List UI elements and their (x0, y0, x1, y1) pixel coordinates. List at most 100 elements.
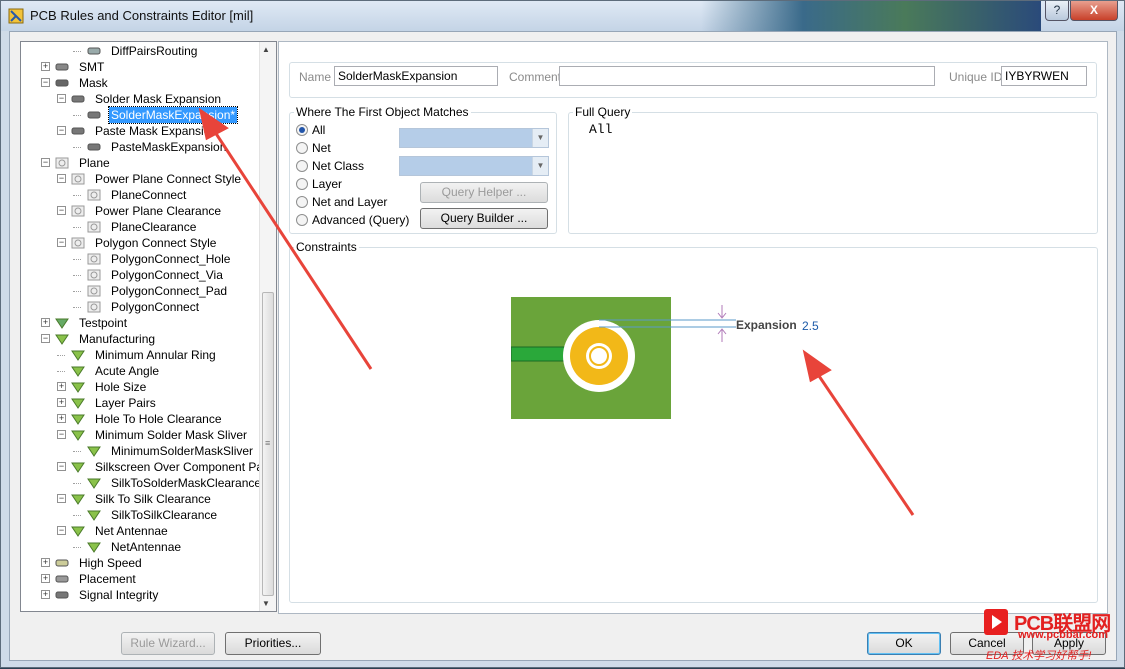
collapse-icon[interactable]: − (41, 334, 50, 343)
tree-item[interactable]: PolygonConnect (21, 299, 261, 315)
tree-item[interactable]: Acute Angle (21, 363, 261, 379)
tree-item[interactable]: − Power Plane Clearance (21, 203, 261, 219)
scope-radio-label[interactable]: Net and Layer (312, 195, 387, 209)
net-class-combo[interactable]: ▼ (399, 156, 549, 176)
query-helper-button[interactable]: Query Helper ... (420, 182, 548, 203)
collapse-icon[interactable]: − (57, 526, 66, 535)
tree-item-label: Hole To Hole Clearance (95, 412, 222, 426)
tree-item[interactable]: SilkToSolderMaskClearance (21, 475, 261, 491)
scope-radio-label[interactable]: Net (312, 141, 331, 155)
expand-icon[interactable]: + (41, 574, 50, 583)
collapse-icon[interactable]: − (57, 94, 66, 103)
tree-item[interactable]: DiffPairsRouting (21, 43, 261, 59)
scope-radio[interactable] (296, 178, 308, 190)
scope-radio[interactable] (296, 214, 308, 226)
tree-item[interactable]: PolygonConnect_Pad (21, 283, 261, 299)
tree-item[interactable]: + Testpoint (21, 315, 261, 331)
tree-item[interactable]: + Layer Pairs (21, 395, 261, 411)
mask-icon (55, 77, 69, 89)
collapse-icon[interactable]: − (57, 462, 66, 471)
tree-item[interactable]: + Placement (21, 571, 261, 587)
tree-item[interactable]: + High Speed (21, 555, 261, 571)
scope-radio-label[interactable]: All (312, 123, 325, 137)
tree-item[interactable]: − Solder Mask Expansion (21, 91, 261, 107)
collapse-icon[interactable]: − (41, 158, 50, 167)
query-builder-button[interactable]: Query Builder ... (420, 208, 548, 229)
expand-icon[interactable]: + (57, 398, 66, 407)
tree-item[interactable]: PasteMaskExpansion (21, 139, 261, 155)
tree-item[interactable]: MinimumSolderMaskSliver (21, 443, 261, 459)
tree-item[interactable]: + Signal Integrity (21, 587, 261, 603)
tree-scrollbar[interactable]: ▲ ≡ ▼ (259, 42, 276, 611)
high-speed-icon (55, 557, 69, 569)
tree-item[interactable]: + Hole To Hole Clearance (21, 411, 261, 427)
net-combo[interactable]: ▼ (399, 128, 549, 148)
priorities-button[interactable]: Priorities... (225, 632, 321, 655)
help-button[interactable]: ? (1045, 1, 1069, 21)
tree-item[interactable]: − Net Antennae (21, 523, 261, 539)
tree-item[interactable]: PlaneClearance (21, 219, 261, 235)
scope-radio-label[interactable]: Layer (312, 177, 342, 191)
rule-name-input[interactable]: SolderMaskExpansion (334, 66, 498, 86)
combo-chevron-down-icon: ▼ (532, 129, 548, 147)
scroll-up-arrow-icon[interactable]: ▲ (262, 45, 270, 54)
scope-radio[interactable] (296, 142, 308, 154)
collapse-icon[interactable]: − (41, 78, 50, 87)
expand-icon[interactable]: + (41, 318, 50, 327)
scope-radio[interactable] (296, 124, 308, 136)
close-button[interactable]: X (1070, 1, 1118, 21)
tree-item[interactable]: Minimum Annular Ring (21, 347, 261, 363)
tree-item[interactable]: − Paste Mask Expansion (21, 123, 261, 139)
rule-tree[interactable]: DiffPairsRouting + SMT − Mask − Solder Mask Ex… (20, 41, 277, 612)
mask-rule-icon (71, 93, 85, 105)
expand-icon[interactable]: + (41, 62, 50, 71)
placement-icon (55, 573, 69, 585)
manufacturing-icon (55, 333, 69, 345)
collapse-icon[interactable]: − (57, 206, 66, 215)
plane-rule-icon (87, 285, 101, 297)
tree-item[interactable]: + SMT (21, 59, 261, 75)
tree-item[interactable]: + Hole Size (21, 379, 261, 395)
collapse-icon[interactable]: − (57, 238, 66, 247)
tree-item[interactable]: NetAntennae (21, 539, 261, 555)
tree-item[interactable]: − Mask (21, 75, 261, 91)
scope-radio[interactable] (296, 160, 308, 172)
tree-item-label: High Speed (79, 556, 142, 570)
tree-item[interactable]: PolygonConnect_Hole (21, 251, 261, 267)
expand-icon[interactable]: + (41, 590, 50, 599)
expand-icon[interactable]: + (41, 558, 50, 567)
dimension-arrow-bottom-icon (717, 328, 727, 342)
collapse-icon[interactable]: − (57, 494, 66, 503)
tree-item[interactable]: − Manufacturing (21, 331, 261, 347)
tree-item[interactable]: − Silk To Silk Clearance (21, 491, 261, 507)
tree-item[interactable]: SolderMaskExpansion* (21, 106, 261, 124)
tree-item[interactable]: PolygonConnect_Via (21, 267, 261, 283)
tree-item[interactable]: − Power Plane Connect Style (21, 171, 261, 187)
scrollbar-thumb[interactable]: ≡ (262, 292, 274, 596)
collapse-icon[interactable]: − (57, 430, 66, 439)
collapse-icon[interactable]: − (57, 174, 66, 183)
rule-wizard-button[interactable]: Rule Wizard... (121, 632, 215, 655)
title-bar[interactable]: PCB Rules and Constraints Editor [mil] ?… (1, 1, 1124, 31)
unique-id-input[interactable]: IYBYRWEN (1001, 66, 1087, 86)
tree-item[interactable]: − Silkscreen Over Component Pads (21, 459, 276, 475)
comment-input[interactable] (559, 66, 935, 86)
ok-button[interactable]: OK (867, 632, 941, 655)
scroll-down-arrow-icon[interactable]: ▼ (262, 599, 270, 608)
scope-radio-label[interactable]: Net Class (312, 159, 364, 173)
scope-radio-label[interactable]: Advanced (Query) (312, 213, 409, 227)
full-query-text[interactable]: All (589, 122, 612, 137)
expansion-value-input[interactable]: 2.5 (802, 319, 819, 333)
plane-rule-icon (87, 269, 101, 281)
expand-icon[interactable]: + (57, 414, 66, 423)
tree-item[interactable]: SilkToSilkClearance (21, 507, 261, 523)
tree-item[interactable]: − Minimum Solder Mask Sliver (21, 427, 261, 443)
tree-item-label: Mask (79, 76, 108, 90)
manufacturing-icon (71, 429, 85, 441)
collapse-icon[interactable]: − (57, 126, 66, 135)
tree-item[interactable]: PlaneConnect (21, 187, 261, 203)
tree-item[interactable]: − Polygon Connect Style (21, 235, 261, 251)
tree-item[interactable]: − Plane (21, 155, 261, 171)
expand-icon[interactable]: + (57, 382, 66, 391)
scope-radio[interactable] (296, 196, 308, 208)
